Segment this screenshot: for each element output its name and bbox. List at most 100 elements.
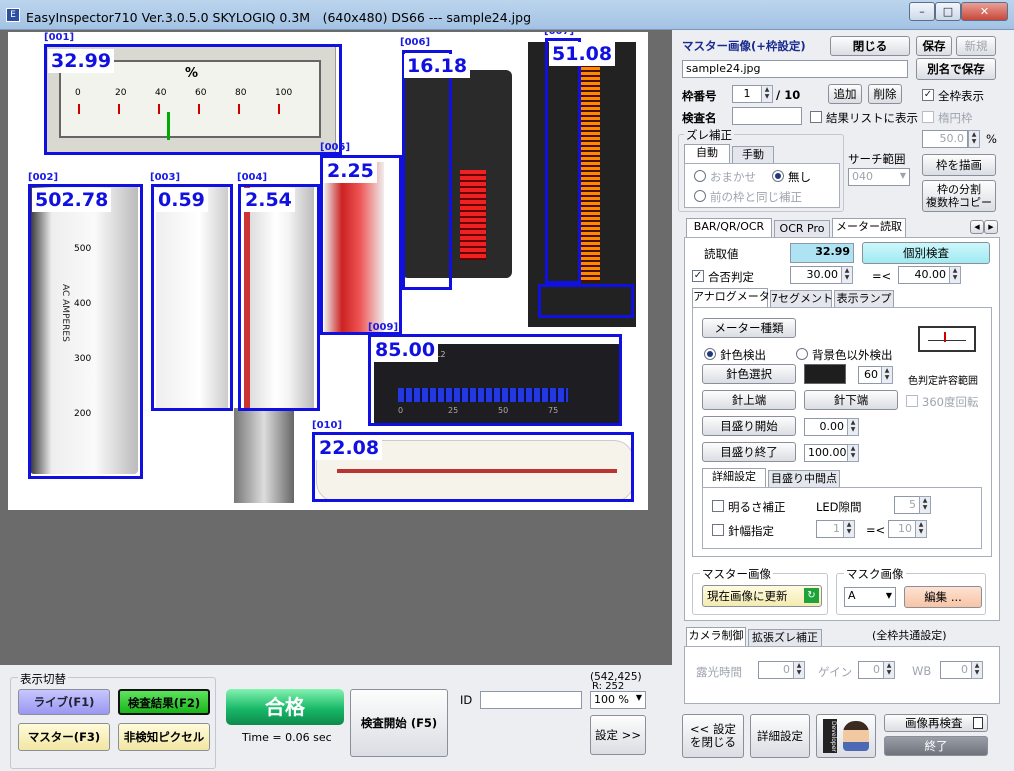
tab-manual[interactable]: 手動	[732, 146, 774, 164]
draw-frame-button[interactable]: 枠を描画	[922, 154, 996, 176]
close-settings-button[interactable]: << 設定 を閉じる	[682, 714, 744, 758]
single-inspect-button[interactable]: 個別検査	[862, 242, 990, 264]
scale-end-button[interactable]: 目盛り終了	[702, 442, 796, 462]
needle-width-checkbox[interactable]	[712, 524, 724, 536]
all-frames-checkbox[interactable]: ✓	[922, 89, 934, 101]
add-frame-button[interactable]: 追加	[828, 84, 862, 104]
id-input[interactable]	[480, 691, 582, 709]
close-master-button[interactable]: 閉じる	[830, 36, 910, 56]
wb-input[interactable]: 0	[940, 661, 972, 679]
undetected-pixel-button[interactable]: 非検知ピクセル	[118, 723, 210, 751]
update-current-button[interactable]: 現在画像に更新 ↻	[702, 585, 822, 607]
judge-min-stepper[interactable]: ▲ ▼	[841, 266, 853, 284]
reinspect-button[interactable]: 画像再検査	[884, 714, 988, 732]
scale-start-input[interactable]: 0.00	[804, 418, 848, 436]
needle-color-select-button[interactable]: 針色選択	[702, 364, 796, 384]
scale-start-stepper[interactable]: ▲ ▼	[847, 418, 859, 436]
judge-max-stepper[interactable]: ▲ ▼	[949, 266, 961, 284]
new-button[interactable]: 新規	[956, 36, 996, 56]
meter-type-button[interactable]: メーター種類	[702, 318, 796, 338]
needle-width-min-input[interactable]: 1	[816, 520, 844, 538]
led-gap-stepper[interactable]: ▲ ▼	[919, 496, 931, 514]
tab-bar-qr-ocr[interactable]: BAR/QR/OCR	[686, 218, 772, 238]
scale-end-input[interactable]: 100.00	[804, 444, 848, 462]
live-button[interactable]: ライブ(F1)	[18, 689, 110, 715]
color-tolerance-input[interactable]: 60	[858, 366, 882, 384]
judge-max-input[interactable]: 40.00	[898, 266, 950, 284]
mask-select[interactable]: A ▼	[844, 587, 896, 607]
roi-006[interactable]	[402, 50, 452, 290]
scale-end-stepper[interactable]: ▲ ▼	[847, 444, 859, 462]
exposure-stepper[interactable]: ▲ ▼	[793, 661, 805, 679]
gain-input[interactable]: 0	[858, 661, 884, 679]
roi-002[interactable]	[28, 184, 143, 479]
tab-ocr-pro[interactable]: OCR Pro	[774, 220, 830, 238]
mask-edit-button[interactable]: 編集 ...	[904, 586, 982, 608]
tab-scroll-left-button[interactable]: ◀	[970, 220, 984, 234]
rotation360-label: 360度回転	[922, 395, 979, 409]
brightness-checkbox[interactable]	[712, 500, 724, 512]
bg-detect-radio[interactable]	[796, 348, 808, 360]
needle-bottom-button[interactable]: 針下端	[804, 390, 898, 410]
scale-start-button[interactable]: 目盛り開始	[702, 416, 796, 436]
roi-003[interactable]	[151, 184, 233, 411]
same-as-prev-radio[interactable]	[694, 190, 706, 202]
roi-008[interactable]	[538, 284, 634, 318]
judge-checkbox[interactable]: ✓	[692, 270, 704, 282]
exit-button[interactable]: 終了	[884, 736, 988, 756]
needle-width-max-input[interactable]: 10	[888, 520, 916, 538]
judge-min-input[interactable]: 30.00	[790, 266, 842, 284]
inspection-result-button[interactable]: 検査結果(F2)	[118, 689, 210, 715]
rotation360-checkbox[interactable]	[906, 395, 918, 407]
maximize-button[interactable]: □	[935, 2, 961, 21]
detail-settings-button[interactable]: 詳細設定	[750, 714, 810, 758]
roi-007[interactable]	[545, 38, 581, 284]
gain-stepper[interactable]: ▲ ▼	[883, 661, 895, 679]
frame-number-input[interactable]: 1	[732, 85, 762, 103]
omakase-radio[interactable]	[694, 170, 706, 182]
result-list-checkbox[interactable]	[810, 111, 822, 123]
tab-detail-settings[interactable]: 詳細設定	[702, 468, 766, 488]
settings-toggle-button[interactable]: 設定 >>	[590, 715, 646, 755]
none-radio[interactable]	[772, 170, 784, 182]
needle-color-radio[interactable]	[704, 348, 716, 360]
inspect-name-input[interactable]	[732, 107, 802, 125]
exposure-input[interactable]: 0	[758, 661, 794, 679]
close-window-button[interactable]: ✕	[961, 2, 1008, 21]
tab-auto[interactable]: 自動	[684, 144, 730, 164]
tab-indicator-lamp[interactable]: 表示ランプ	[834, 290, 894, 308]
angle-input[interactable]: 50.0	[922, 130, 968, 148]
tab-ext-shift[interactable]: 拡張ズレ補正	[748, 629, 822, 647]
save-as-button[interactable]: 別名で保存	[916, 58, 996, 80]
save-button[interactable]: 保存	[916, 36, 952, 56]
master-image-label: マスター画像	[700, 566, 773, 582]
roi-004[interactable]	[238, 184, 320, 411]
color-tolerance-stepper[interactable]: ▲ ▼	[881, 366, 893, 384]
needle-width-min-stepper[interactable]: ▲ ▼	[843, 520, 855, 538]
angle-stepper[interactable]: ▲ ▼	[968, 130, 980, 148]
wb-stepper[interactable]: ▲ ▼	[971, 661, 983, 679]
tab-scroll-right-button[interactable]: ▶	[984, 220, 998, 234]
needle-top-button[interactable]: 針上端	[702, 390, 796, 410]
minimize-button[interactable]: –	[909, 2, 935, 21]
ellipse-checkbox[interactable]	[922, 111, 934, 123]
roi-002-value: 502.78	[32, 188, 112, 212]
mask-image-label: マスク画像	[844, 566, 906, 582]
tab-analog-meter[interactable]: アナログメータ	[692, 288, 770, 308]
tab-meter-reading[interactable]: メーター読取	[832, 218, 906, 238]
tab-7segment[interactable]: 7セグメント	[770, 290, 833, 308]
search-range-select[interactable]: 040 ▼	[848, 168, 910, 186]
needle-width-max-stepper[interactable]: ▲ ▼	[915, 520, 927, 538]
delete-frame-button[interactable]: 削除	[868, 84, 902, 104]
start-inspection-button[interactable]: 検査開始 (F5)	[350, 689, 448, 757]
split-copy-button[interactable]: 枠の分割 複数枠コピー	[922, 180, 996, 212]
developer-button[interactable]: Developer	[816, 714, 876, 758]
tab-scale-midpoint[interactable]: 目盛り中間点	[768, 470, 840, 488]
frame-number-stepper[interactable]: ▲ ▼	[761, 85, 773, 103]
led-gap-input[interactable]: 5	[894, 496, 920, 514]
tab-camera-control[interactable]: カメラ制御	[686, 627, 746, 647]
roi-006-value: 16.18	[404, 54, 471, 78]
inspection-canvas[interactable]: % 0 20 40 60 80 100 AC AMPERES 500 400 300 20…	[8, 32, 648, 510]
master-button[interactable]: マスター(F3)	[18, 723, 110, 751]
zoom-select[interactable]: 100 % ▼	[590, 691, 646, 709]
